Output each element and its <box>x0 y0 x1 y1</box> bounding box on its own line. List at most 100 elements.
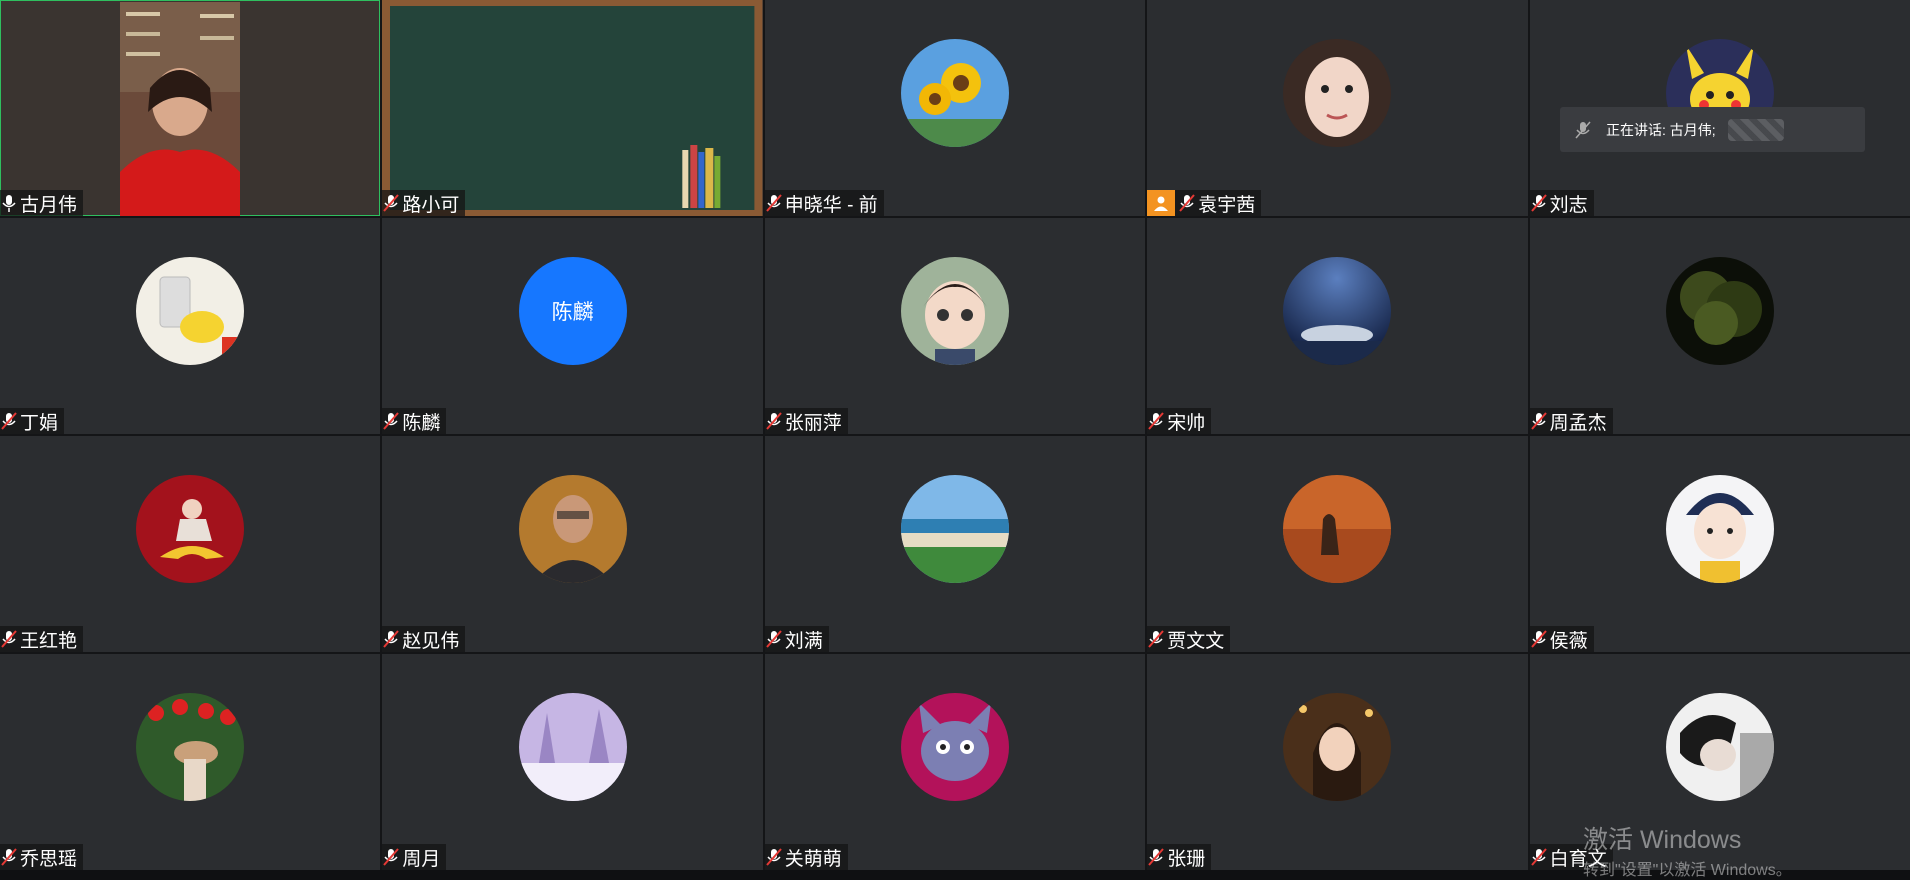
speaking-text: 正在讲话: 古月伟; <box>1606 121 1716 138</box>
participant-name-tag: 张丽萍 <box>764 408 848 434</box>
microphone-muted-icon <box>383 412 400 430</box>
participant-tile[interactable]: 赵见伟 <box>382 436 763 652</box>
participant-name: 关萌萌 <box>784 848 842 870</box>
participant-tile[interactable]: 侯薇 <box>1529 436 1910 652</box>
microphone-muted-icon <box>766 630 782 648</box>
microphone-muted-icon <box>383 848 400 866</box>
participant-name-tag: 赵见伟 <box>382 626 466 652</box>
participant-name-tag: 王红艳 <box>0 626 84 652</box>
participant-tile-video[interactable]: 古月伟 <box>0 0 381 216</box>
microphone-muted-icon <box>1148 848 1164 866</box>
avatar <box>900 692 1009 801</box>
participant-name: 申晓华 - 前 <box>784 194 878 216</box>
participant-name-tag: 路小可 <box>382 190 466 216</box>
participant-name: 周月 <box>402 848 441 870</box>
microphone-muted-icon <box>766 848 782 866</box>
participant-name: 王红艳 <box>20 630 78 652</box>
participant-tile[interactable]: 张珊 <box>1147 654 1528 870</box>
participant-tile[interactable]: 刘满 <box>764 436 1146 652</box>
avatar <box>1283 474 1392 583</box>
participant-tile[interactable]: 丁娟 <box>0 218 381 434</box>
avatar <box>136 692 245 801</box>
participant-name: 张丽萍 <box>784 412 842 434</box>
participant-tile[interactable]: 关萌萌 <box>764 654 1146 870</box>
participant-name-tag: 贾文文 <box>1147 626 1231 652</box>
microphone-muted-icon <box>766 194 782 212</box>
avatar <box>518 692 627 801</box>
participant-name: 侯薇 <box>1549 630 1588 652</box>
participant-name: 宋帅 <box>1167 412 1206 434</box>
microphone-muted-icon <box>1 412 17 430</box>
participant-tile[interactable]: 陈麟 陈麟 <box>382 218 763 434</box>
participant-tile[interactable]: 王红艳 <box>0 436 381 652</box>
participant-tile[interactable]: 张丽萍 <box>764 218 1146 434</box>
participant-name-tag: 乔思瑶 <box>0 844 84 870</box>
avatar <box>1283 256 1392 365</box>
microphone-muted-icon <box>383 630 400 648</box>
participant-name: 袁宇茜 <box>1198 194 1256 216</box>
participant-name-tag: 周孟杰 <box>1529 408 1613 434</box>
participant-name-tag: 侯薇 <box>1529 626 1594 652</box>
participant-name: 乔思瑶 <box>20 848 78 870</box>
participant-name: 贾文文 <box>1167 630 1225 652</box>
avatar <box>518 474 627 583</box>
microphone-muted-icon <box>1179 194 1195 212</box>
microphone-muted-icon <box>1 630 17 648</box>
microphone-icon <box>2 195 16 212</box>
participant-tile[interactable]: 周月 <box>382 654 763 870</box>
participant-tile[interactable]: 袁宇茜 <box>1147 0 1528 216</box>
avatar-initials: 陈麟 <box>518 256 627 365</box>
avatar <box>900 256 1009 365</box>
microphone-muted-icon <box>383 194 400 212</box>
microphone-muted-icon <box>1530 412 1547 430</box>
microphone-muted-icon <box>1530 194 1547 212</box>
participant-name-tag: 刘满 <box>764 626 829 652</box>
camera-feed-person <box>120 2 240 216</box>
microphone-muted-icon <box>1 848 17 866</box>
participant-name-tag: 陈麟 <box>382 408 447 434</box>
avatar <box>1665 256 1774 365</box>
participant-name-tag: 刘志 <box>1529 190 1594 216</box>
participant-tile[interactable]: 宋帅 <box>1147 218 1528 434</box>
participant-name: 刘志 <box>1549 194 1588 216</box>
microphone-muted-icon <box>1148 630 1164 648</box>
participant-name: 周孟杰 <box>1549 412 1607 434</box>
participant-name: 丁娟 <box>20 412 59 434</box>
participant-name-tag: 古月伟 <box>0 190 84 216</box>
participant-name-tag: 丁娟 <box>0 408 65 434</box>
participant-name-tag: 张珊 <box>1147 844 1212 870</box>
redacted-name <box>1727 118 1784 141</box>
participant-name: 陈麟 <box>402 412 441 434</box>
participant-tile-video[interactable]: 路小可 <box>382 0 763 216</box>
avatar <box>1283 692 1392 801</box>
avatar <box>136 474 245 583</box>
chalkboard-background <box>382 0 763 216</box>
participant-name-tag: 周月 <box>382 844 447 870</box>
windows-activation-watermark: 激活 Windows 转到"设置"以激活 Windows。 <box>1583 820 1792 880</box>
avatar <box>1283 38 1392 147</box>
participant-name: 刘满 <box>784 630 823 652</box>
avatar <box>1665 692 1774 801</box>
microphone-muted-icon <box>766 412 782 430</box>
microphone-muted-icon <box>1148 412 1164 430</box>
participant-name-tag: 关萌萌 <box>764 844 848 870</box>
watermark-title: 激活 Windows <box>1583 826 1742 854</box>
host-icon <box>1147 190 1176 216</box>
avatar <box>900 474 1009 583</box>
speaking-indicator: 正在讲话: 古月伟; <box>1560 107 1865 152</box>
participant-tile[interactable]: 乔思瑶 <box>0 654 381 870</box>
participant-name-tag: 袁宇茜 <box>1147 190 1262 216</box>
microphone-muted-icon <box>1575 121 1591 138</box>
microphone-muted-icon <box>1530 848 1547 866</box>
participant-name: 张珊 <box>1167 848 1206 870</box>
participant-tile[interactable]: 申晓华 - 前 <box>764 0 1146 216</box>
participant-tile[interactable]: 周孟杰 <box>1529 218 1910 434</box>
avatar <box>1665 474 1774 583</box>
participant-tile[interactable]: 贾文文 <box>1147 436 1528 652</box>
microphone-muted-icon <box>1530 630 1547 648</box>
avatar <box>900 38 1009 147</box>
participant-name: 路小可 <box>402 194 460 216</box>
watermark-subtitle: 转到"设置"以激活 Windows。 <box>1583 862 1792 879</box>
participant-name: 赵见伟 <box>402 630 460 652</box>
participant-name-tag: 申晓华 - 前 <box>764 190 884 216</box>
